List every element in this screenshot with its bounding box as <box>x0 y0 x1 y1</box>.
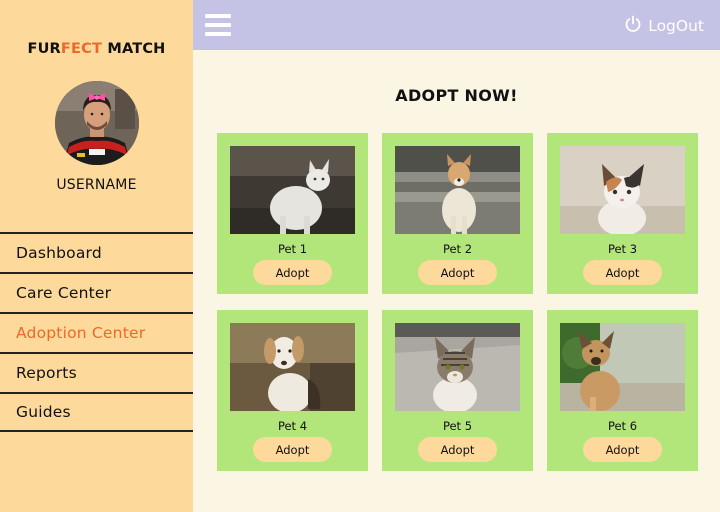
adopt-button-6[interactable]: Adopt <box>583 437 662 462</box>
pet-card-1: Pet 1 Adopt <box>217 133 368 294</box>
hamburger-menu-icon[interactable] <box>205 14 231 36</box>
pet-name-4: Pet 4 <box>277 419 308 433</box>
pet-photo-3[interactable] <box>560 146 685 234</box>
power-icon <box>624 15 642 37</box>
pet-photo-6[interactable] <box>560 323 685 411</box>
pet-photo-2[interactable] <box>395 146 520 234</box>
brand-text-match: MATCH <box>102 41 166 57</box>
brand-logo[interactable]: FURFECT MATCH <box>0 41 193 57</box>
pet-card-2: Pet 2 Adopt <box>382 133 533 294</box>
logout-button[interactable]: LogOut <box>624 15 704 37</box>
sidebar-item-guides[interactable]: Guides <box>0 392 193 432</box>
pet-name-1: Pet 1 <box>277 242 308 256</box>
pet-name-5: Pet 5 <box>442 419 473 433</box>
pet-photo-4[interactable] <box>230 323 355 411</box>
pet-photo-5[interactable] <box>395 323 520 411</box>
sidebar: FURFECT MATCH USERNAME Dashboard Care Ce… <box>0 0 193 512</box>
pet-photo-1[interactable] <box>230 146 355 234</box>
pet-card-4: Pet 4 Adopt <box>217 310 368 471</box>
sidebar-item-care-center[interactable]: Care Center <box>0 272 193 312</box>
pet-card-6: Pet 6 Adopt <box>547 310 698 471</box>
adopt-button-4[interactable]: Adopt <box>253 437 332 462</box>
sidebar-nav: Dashboard Care Center Adoption Center Re… <box>0 232 193 432</box>
pet-name-2: Pet 2 <box>442 242 473 256</box>
adopt-button-3[interactable]: Adopt <box>583 260 662 285</box>
pet-name-3: Pet 3 <box>607 242 638 256</box>
logout-label: LogOut <box>648 17 704 35</box>
pet-name-6: Pet 6 <box>607 419 638 433</box>
adopt-button-2[interactable]: Adopt <box>418 260 497 285</box>
sidebar-item-adoption-center[interactable]: Adoption Center <box>0 312 193 352</box>
brand-text-fect: FECT <box>60 41 103 57</box>
sidebar-item-reports[interactable]: Reports <box>0 352 193 392</box>
username-label: USERNAME <box>56 177 137 193</box>
sidebar-item-dashboard[interactable]: Dashboard <box>0 232 193 272</box>
adopt-button-1[interactable]: Adopt <box>253 260 332 285</box>
avatar[interactable] <box>55 81 139 165</box>
pet-card-5: Pet 5 Adopt <box>382 310 533 471</box>
brand-text-fur: FUR <box>27 41 61 57</box>
pet-card-3: Pet 3 Adopt <box>547 133 698 294</box>
top-bar: LogOut <box>193 0 720 50</box>
page-title: ADOPT NOW! <box>395 86 518 105</box>
adopt-button-5[interactable]: Adopt <box>418 437 497 462</box>
